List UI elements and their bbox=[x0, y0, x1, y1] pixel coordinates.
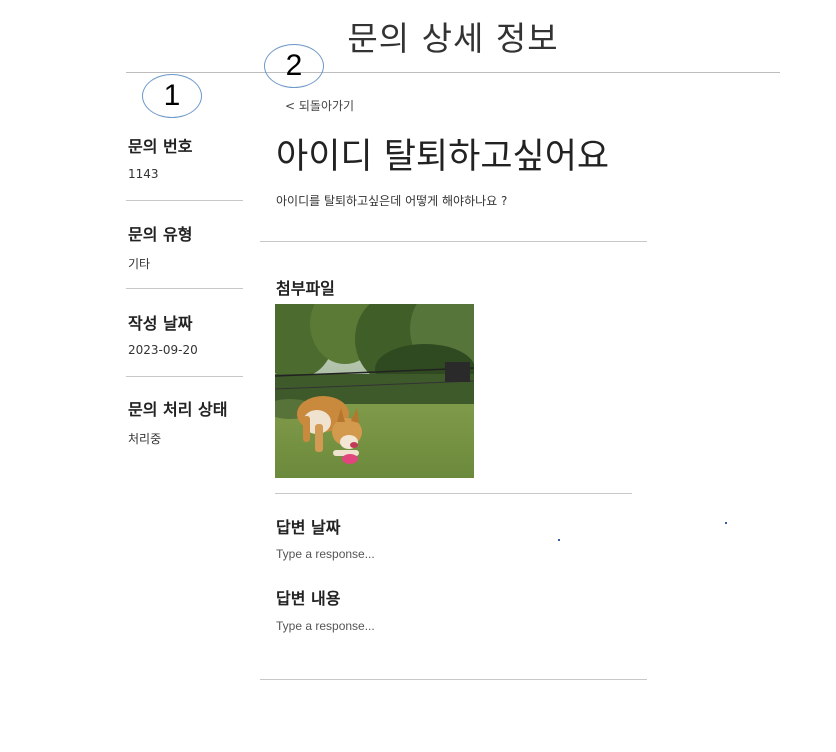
status-value: 처리중 bbox=[128, 432, 162, 446]
stray-dot bbox=[725, 522, 727, 524]
inquiry-type-value: 기타 bbox=[128, 257, 151, 271]
sidebar-divider bbox=[126, 288, 243, 289]
content-divider bbox=[260, 241, 647, 242]
answer-date-input[interactable]: Type a response... bbox=[276, 547, 375, 561]
created-date-value: 2023-09-20 bbox=[128, 343, 198, 357]
footer-divider bbox=[260, 679, 647, 680]
inquiry-type-label: 문의 유형 bbox=[128, 225, 193, 244]
annotation-marker-2: 2 bbox=[264, 44, 324, 88]
answer-date-label: 답변 날짜 bbox=[276, 518, 341, 537]
attachment-divider bbox=[275, 493, 632, 494]
sidebar-divider bbox=[126, 376, 243, 377]
inquiry-number-value: 1143 bbox=[128, 167, 159, 181]
page-title: 문의 상세 정보 bbox=[347, 19, 559, 58]
attachment-label: 첨부파일 bbox=[276, 279, 335, 298]
inquiry-body: 아이디를 탈퇴하고싶은데 어떻게 해야하나요 ? bbox=[276, 194, 508, 208]
sidebar-divider bbox=[126, 200, 243, 201]
status-label: 문의 처리 상태 bbox=[128, 400, 228, 419]
attachment-image[interactable] bbox=[275, 304, 474, 478]
answer-content-input[interactable]: Type a response... bbox=[276, 619, 375, 633]
back-link[interactable]: < 되돌아가기 bbox=[285, 97, 354, 114]
dog-photo bbox=[275, 304, 474, 478]
inquiry-number-label: 문의 번호 bbox=[128, 137, 193, 156]
inquiry-title: 아이디 탈퇴하고싶어요 bbox=[276, 137, 610, 177]
stray-dot bbox=[558, 539, 560, 541]
created-date-label: 작성 날짜 bbox=[128, 314, 193, 333]
header-divider bbox=[126, 72, 780, 73]
annotation-marker-1: 1 bbox=[142, 74, 202, 118]
answer-content-label: 답변 내용 bbox=[276, 589, 341, 608]
